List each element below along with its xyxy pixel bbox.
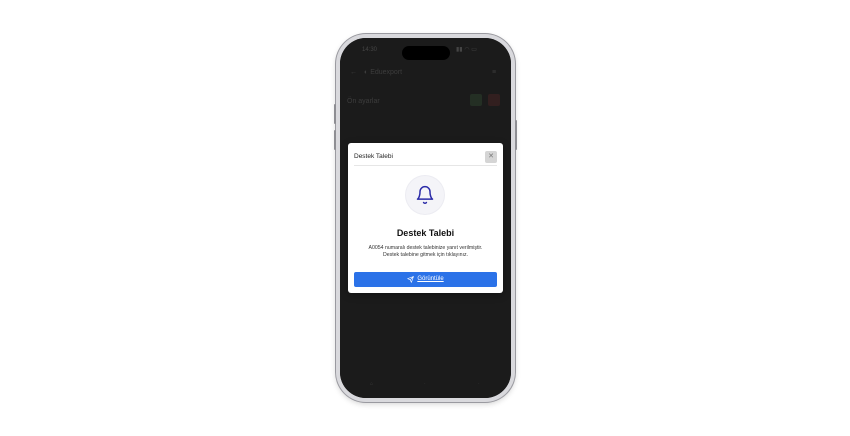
modal-title: Destek Talebi [354, 153, 393, 160]
view-button-label: Görüntüle [417, 276, 444, 282]
close-button[interactable]: ✕ [485, 151, 497, 163]
bell-icon [416, 185, 434, 205]
bell-icon-badge [406, 176, 444, 214]
modal-message-line2: Destek talebine gitmek için tıklayınız. [382, 252, 469, 258]
close-icon: ✕ [488, 153, 494, 160]
volume-down-button [334, 130, 336, 150]
modal-header: Destek Talebi ✕ [354, 151, 497, 166]
support-ticket-modal: Destek Talebi ✕ Destek Talebi A0054 numa… [348, 143, 503, 293]
modal-heading: Destek Talebi [396, 228, 455, 238]
send-icon [407, 276, 415, 283]
modal-message-line1: A0054 numaralı destek talebinize yanıt v… [368, 245, 483, 251]
volume-up-button [334, 104, 336, 124]
view-button[interactable]: Görüntüle [354, 272, 497, 287]
power-button [515, 120, 517, 150]
